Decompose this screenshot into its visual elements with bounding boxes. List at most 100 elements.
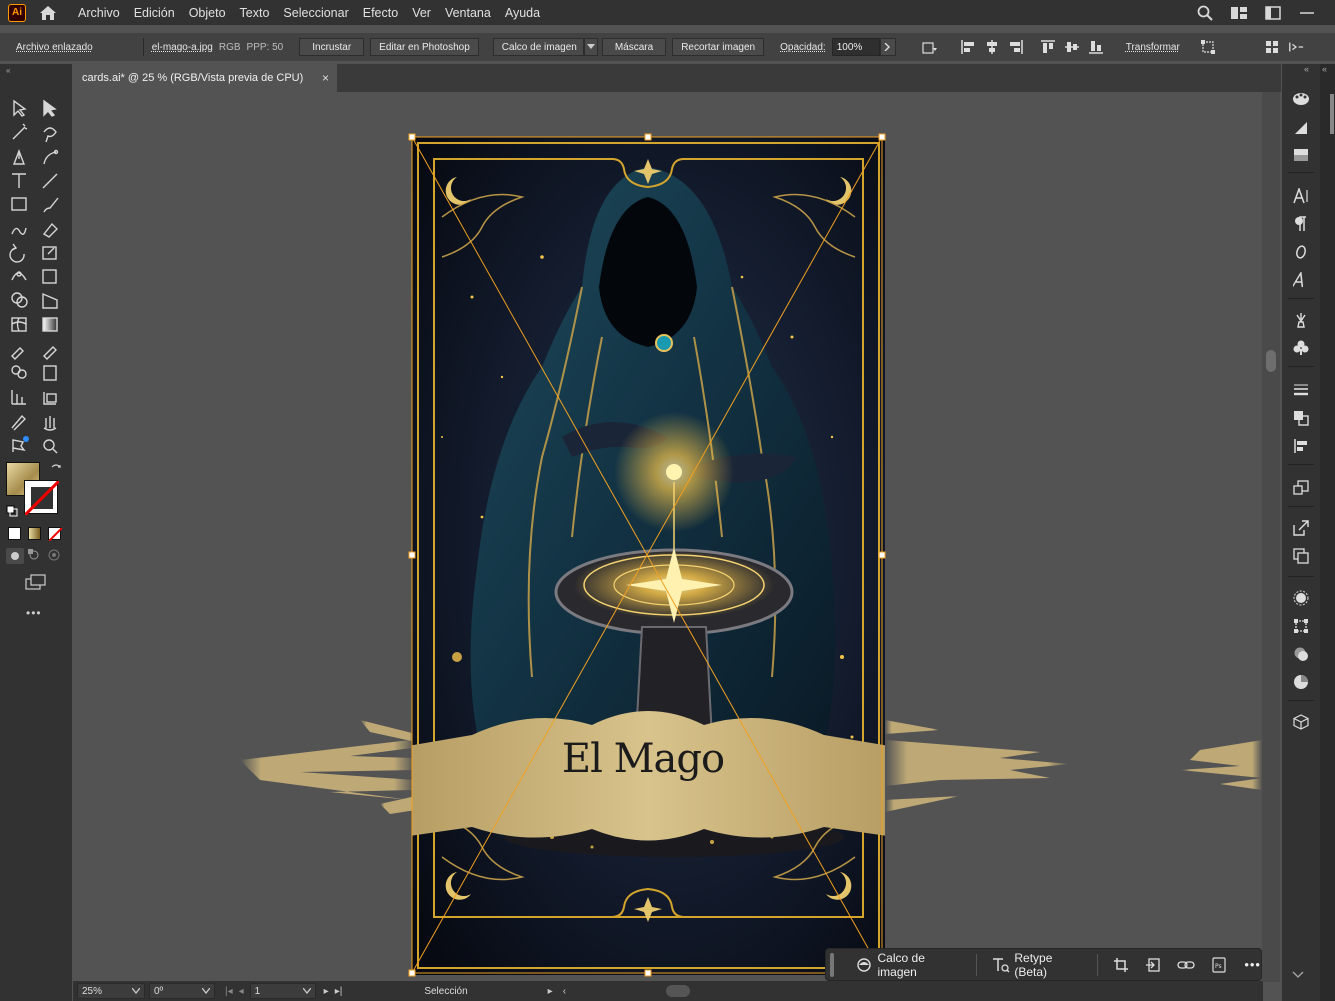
color-mode-gradient[interactable] [28, 527, 41, 540]
rotation-select[interactable]: 0º [149, 983, 215, 999]
draw-normal-icon[interactable] [6, 548, 24, 564]
align-center-icon[interactable] [984, 39, 1000, 55]
menu-edicion[interactable]: Edición [134, 6, 175, 20]
menu-ayuda[interactable]: Ayuda [505, 6, 540, 20]
align-panel-icon[interactable] [1291, 436, 1311, 456]
workspace-switcher-icon[interactable] [1229, 3, 1249, 23]
retype-button[interactable]: Retype (Beta) [981, 951, 1093, 979]
crop-image-button[interactable]: Recortar imagen [672, 38, 765, 56]
panel-menu-icon[interactable] [1288, 39, 1304, 55]
recolor-artwork-icon[interactable] [922, 39, 938, 55]
free-transform-icon[interactable] [1200, 39, 1216, 55]
pathfinder-icon[interactable] [1291, 408, 1311, 428]
gradient-icon[interactable] [1291, 118, 1311, 138]
menu-texto[interactable]: Texto [240, 6, 270, 20]
transparency-icon[interactable] [1291, 145, 1311, 165]
embed-button[interactable]: Incrustar [299, 38, 365, 56]
tarot-card-artwork[interactable] [412, 137, 885, 975]
menu-ventana[interactable]: Ventana [445, 6, 491, 20]
expand-panels-icon[interactable]: « [1322, 64, 1327, 74]
home-icon[interactable] [38, 3, 58, 23]
opacity-label[interactable]: Opacidad: [780, 42, 826, 53]
image-trace-dropdown[interactable] [583, 38, 598, 56]
align-bottom-icon[interactable] [1088, 39, 1104, 55]
link-icon[interactable] [1175, 954, 1197, 976]
color-mode-none[interactable] [48, 527, 63, 542]
transform-link[interactable]: Transformar [1126, 42, 1180, 53]
glyphs-icon[interactable] [1291, 270, 1311, 290]
dock-scroll-thumb[interactable] [1330, 94, 1334, 134]
screen-mode-icon[interactable] [24, 573, 48, 591]
align-left-icon[interactable] [960, 39, 976, 55]
divider [1288, 506, 1314, 507]
document-tab[interactable]: cards.ai* @ 25 % (RGB/Vista previa de CP… [73, 64, 337, 92]
scrollbar-thumb[interactable] [1266, 350, 1276, 372]
more-options-icon[interactable]: ••• [1244, 957, 1261, 972]
close-tab-icon[interactable]: × [322, 71, 329, 85]
opacity-input[interactable] [831, 38, 880, 56]
3d-materials-icon[interactable] [1291, 712, 1311, 732]
default-colors-icon[interactable] [6, 504, 18, 517]
swap-fill-stroke-icon[interactable] [50, 462, 62, 474]
artboards-icon[interactable] [1291, 478, 1311, 498]
draw-behind-icon[interactable] [27, 548, 43, 564]
next-artboard-icon[interactable]: ▸ [324, 986, 329, 997]
mask-button[interactable]: Máscara [601, 38, 667, 56]
zoom-select[interactable]: 25% [77, 983, 145, 999]
linked-filename[interactable]: el-mago-a.jpg [152, 42, 213, 53]
graphic-styles-icon[interactable] [1291, 644, 1311, 664]
menu-efecto[interactable]: Efecto [363, 6, 398, 20]
status-menu-icon[interactable]: ▸ [548, 986, 553, 997]
menu-seleccionar[interactable]: Seleccionar [283, 6, 348, 20]
align-right-icon[interactable] [1008, 39, 1024, 55]
color-guide-icon[interactable] [1291, 88, 1311, 108]
collapse-panels-icon[interactable]: « [1304, 64, 1309, 74]
brushes-icon[interactable] [1291, 310, 1311, 330]
search-icon[interactable] [1195, 3, 1215, 23]
menu-ver[interactable]: Ver [412, 6, 431, 20]
photoshop-icon[interactable]: Ps [1208, 954, 1230, 976]
artboard-select[interactable]: 1 [249, 983, 316, 999]
status-bar: 25% 0º |◂ ◂ 1 ▸ ▸| Selección ▸ ‹ [73, 981, 1263, 1001]
layers-icon[interactable] [1291, 546, 1311, 566]
arrange-documents-icon[interactable] [1263, 3, 1283, 23]
scroll-left-icon[interactable]: ‹ [563, 986, 566, 997]
color-mode: RGB [218, 41, 241, 53]
more-tools-icon[interactable]: ••• [26, 606, 46, 620]
appearance-icon[interactable] [1291, 588, 1311, 608]
previous-artboard-icon[interactable]: ◂ [239, 986, 244, 997]
symbols-icon[interactable] [1291, 338, 1311, 358]
last-artboard-icon[interactable]: ▸| [335, 986, 343, 997]
canvas-vertical-scrollbar[interactable] [1262, 92, 1280, 982]
collapse-toolbar-icon[interactable]: « [6, 66, 10, 75]
arrange-icon[interactable] [1264, 39, 1280, 55]
linked-file-label[interactable]: Archivo enlazado [16, 42, 93, 53]
stroke-swatch[interactable] [23, 479, 61, 517]
export-icon[interactable] [1291, 518, 1311, 538]
menu-objeto[interactable]: Objeto [189, 6, 226, 20]
right-dock-scrollbar[interactable]: « [1320, 64, 1335, 1001]
card-title[interactable]: El Mago [490, 736, 796, 792]
draw-inside-icon[interactable] [47, 548, 63, 564]
opacity-dropdown[interactable] [879, 38, 896, 56]
dock-scroll-down-icon[interactable] [1292, 966, 1306, 978]
image-trace-button[interactable]: Calco de imagen [492, 38, 584, 56]
color-mode-solid[interactable] [8, 527, 21, 540]
stroke-panel-icon[interactable] [1291, 380, 1311, 400]
align-top-icon[interactable] [1040, 39, 1056, 55]
transform-panel-icon[interactable] [1291, 616, 1311, 636]
horizontal-scroll-thumb[interactable] [666, 985, 691, 997]
character-icon[interactable] [1291, 186, 1311, 206]
first-artboard-icon[interactable]: |◂ [225, 986, 233, 997]
paragraph-icon[interactable] [1291, 214, 1311, 234]
image-trace-task-button[interactable]: Calco de imagen [844, 951, 972, 979]
opentype-icon[interactable] [1291, 242, 1311, 262]
edit-photoshop-button[interactable]: Editar en Photoshop [370, 38, 479, 56]
taskbar-grip[interactable] [830, 952, 834, 977]
embed-icon[interactable] [1143, 954, 1165, 976]
color-panel-icon[interactable] [1291, 672, 1311, 692]
crop-icon[interactable] [1110, 954, 1132, 976]
menu-archivo[interactable]: Archivo [78, 6, 120, 20]
align-middle-icon[interactable] [1064, 39, 1080, 55]
minimize-icon[interactable] [1297, 3, 1317, 23]
